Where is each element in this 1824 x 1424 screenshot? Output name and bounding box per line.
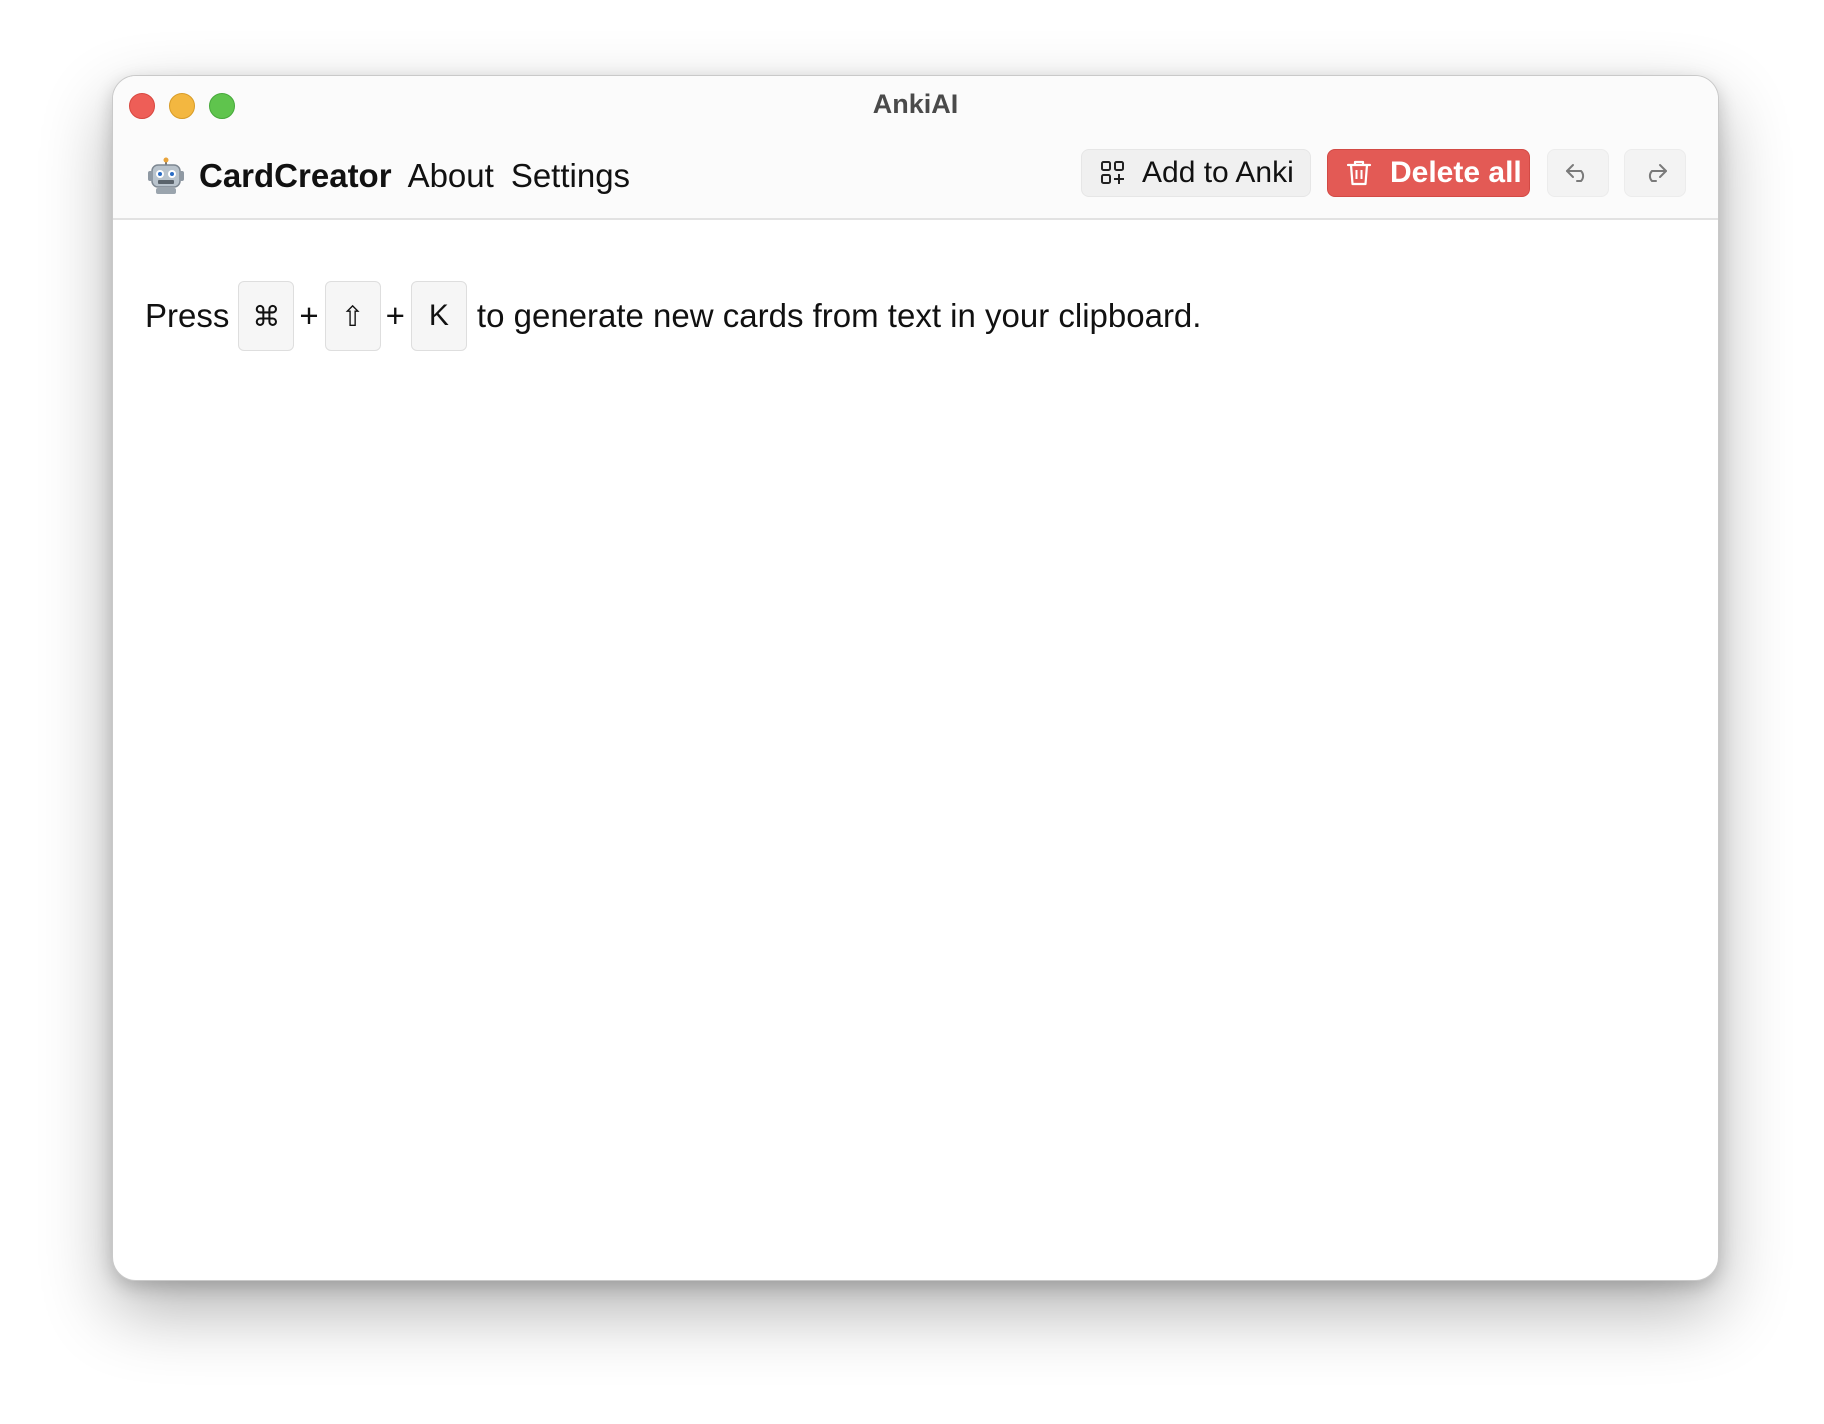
add-to-anki-label: Add to Anki: [1142, 156, 1294, 189]
robot-icon: [148, 157, 184, 194]
k-key: K: [410, 281, 467, 351]
add-to-anki-button[interactable]: Add to Anki: [1081, 149, 1311, 197]
undo-arrow-icon: [1566, 164, 1585, 182]
key-separator: +: [299, 297, 319, 334]
delete-all-button[interactable]: Delete all: [1327, 149, 1530, 197]
titlebar: AnkiAI CardCreator About Settings Add to…: [113, 76, 1718, 220]
hint-suffix: to generate new cards from text in your …: [476, 297, 1202, 334]
nav-link-about[interactable]: About: [408, 157, 494, 195]
navigation-bar: CardCreator About Settings: [147, 154, 647, 198]
redo-arrow-icon: [1648, 164, 1667, 182]
trash-icon: [1346, 160, 1372, 186]
nav-link-settings[interactable]: Settings: [511, 157, 630, 195]
redo-button[interactable]: [1624, 149, 1686, 197]
command-key: ⌘: [238, 281, 295, 351]
key-separator: +: [385, 297, 405, 334]
brand-title[interactable]: CardCreator: [199, 157, 392, 195]
app-window: AnkiAI CardCreator About Settings Add to…: [112, 75, 1719, 1281]
shortcut-hint: Press ⌘ + ⇧ + K to generate new cards fr…: [145, 281, 1201, 351]
shift-key: ⇧: [324, 281, 381, 351]
add-grid-icon: [1101, 161, 1124, 184]
undo-button[interactable]: [1547, 149, 1609, 197]
window-title: AnkiAI: [872, 89, 959, 119]
delete-all-label: Delete all: [1390, 156, 1522, 189]
hint-prefix: Press: [145, 297, 230, 334]
